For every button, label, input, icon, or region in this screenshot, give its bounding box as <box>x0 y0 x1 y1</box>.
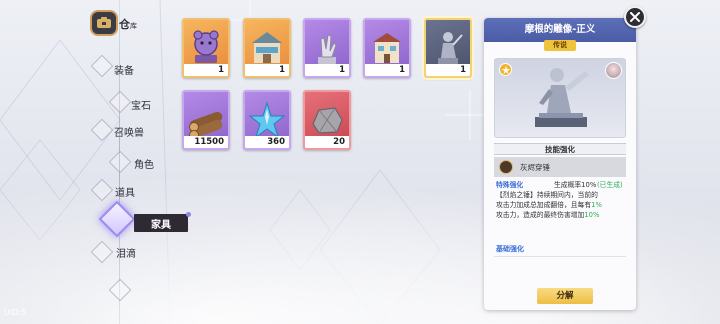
desc-line-1: 特殊强化 生成概率10% (已生成) <box>496 180 626 190</box>
nav-diamond-gem <box>108 90 132 114</box>
statue-illustration <box>535 68 589 127</box>
panel-divider <box>494 256 626 257</box>
gen-status: (已生成) <box>597 181 623 189</box>
item-card-wood-logs[interactable]: 11500 <box>182 90 230 150</box>
nav-diamond-bottom <box>108 278 132 302</box>
item-count: 1 <box>365 64 409 76</box>
basic-enhance-label: 基础强化 <box>496 245 524 253</box>
nav-item-furniture[interactable]: 家具 <box>134 214 188 232</box>
special-enhance-label: 特殊强化 <box>496 181 524 189</box>
item-card-statue-selected[interactable]: 1 <box>424 18 472 78</box>
item-preview <box>494 58 626 138</box>
item-count: 1 <box>184 64 228 76</box>
warehouse-title-sub: 库 <box>130 22 137 30</box>
nav-active-indicator[interactable] <box>98 200 136 238</box>
nav-item-gem[interactable]: 宝石 <box>131 97 151 112</box>
warehouse-icon <box>90 10 118 36</box>
nav-diamond-equipment <box>90 54 114 78</box>
gen-rate: 生成概率10% <box>554 181 597 189</box>
item-card-bear-statue[interactable]: 1 <box>182 18 230 78</box>
close-button[interactable] <box>624 6 646 28</box>
item-count: 11500 <box>184 136 228 148</box>
uid-label: UID:5 <box>4 308 27 317</box>
item-card-house-building[interactable]: 1 <box>363 18 411 78</box>
nav-item-props[interactable]: 道具 <box>115 184 135 199</box>
item-card-stone-ore[interactable]: 20 <box>303 90 351 150</box>
desc-line-3-text: 攻击力加成总加成翻倍，且每有 <box>496 201 592 209</box>
desc-line-4-text: 攻击力，造成的最终伤害增加 <box>496 211 585 219</box>
nav-item-character[interactable]: 角色 <box>134 156 154 171</box>
hammer-skill-icon <box>499 160 513 174</box>
rarity-badge: 传说 <box>544 40 576 51</box>
item-card-blue-star[interactable]: 360 <box>243 90 291 150</box>
item-count: 20 <box>305 136 349 148</box>
nav-item-summon[interactable]: 召唤兽 <box>114 124 144 139</box>
nav-pointer-dot <box>186 212 191 217</box>
desc-line-4-pct: 10% <box>584 211 600 219</box>
warehouse-title-main: 仓 <box>119 18 130 31</box>
close-icon <box>630 12 640 22</box>
skill-description: 特殊强化 生成概率10% (已生成) 【烈焰之锤】持续期间内，当前的 攻击力加成总… <box>496 180 626 220</box>
item-count: 360 <box>245 136 289 148</box>
skill-section-header: 技能强化 <box>494 143 626 155</box>
desc-line-2: 【烈焰之锤】持续期间内，当前的 <box>496 191 598 199</box>
desc-line-3-pct: 1% <box>591 201 602 209</box>
nav-diamond-summon <box>90 118 114 142</box>
desc-line-3: 攻击力加成总加成翻倍，且每有1% <box>496 200 626 210</box>
skill-name: 灰烬穿锤 <box>520 162 550 172</box>
nav-diamond-teardrop <box>90 240 114 264</box>
item-count: 1 <box>426 64 470 76</box>
item-detail-title: 摩根的雕像-正义 <box>484 18 636 42</box>
item-count: 1 <box>305 64 349 76</box>
warehouse-title: 仓库 <box>119 16 137 32</box>
nav-diamond-character <box>108 150 132 174</box>
nav-item-teardrop[interactable]: 泪滴 <box>116 245 136 260</box>
desc-line-4: 攻击力，造成的最终伤害增加10% <box>496 210 626 220</box>
skill-row: 灰烬穿锤 <box>494 157 626 177</box>
decompose-button[interactable]: 分解 <box>537 288 593 304</box>
item-card-shop-building[interactable]: 1 <box>243 18 291 78</box>
item-count: 1 <box>245 64 289 76</box>
item-card-hand-sculpture[interactable]: 1 <box>303 18 351 78</box>
nav-diamond-props <box>90 178 114 202</box>
item-detail-panel: 摩根的雕像-正义 传说 技能强化 灰烬穿锤 特殊强化 生成概率10% (已生成) … <box>484 18 636 310</box>
nav-item-equipment[interactable]: 装备 <box>114 62 134 77</box>
category-nav: 仓库 装备 宝石 召唤兽 角色 道具 家具 泪滴 <box>0 0 188 324</box>
